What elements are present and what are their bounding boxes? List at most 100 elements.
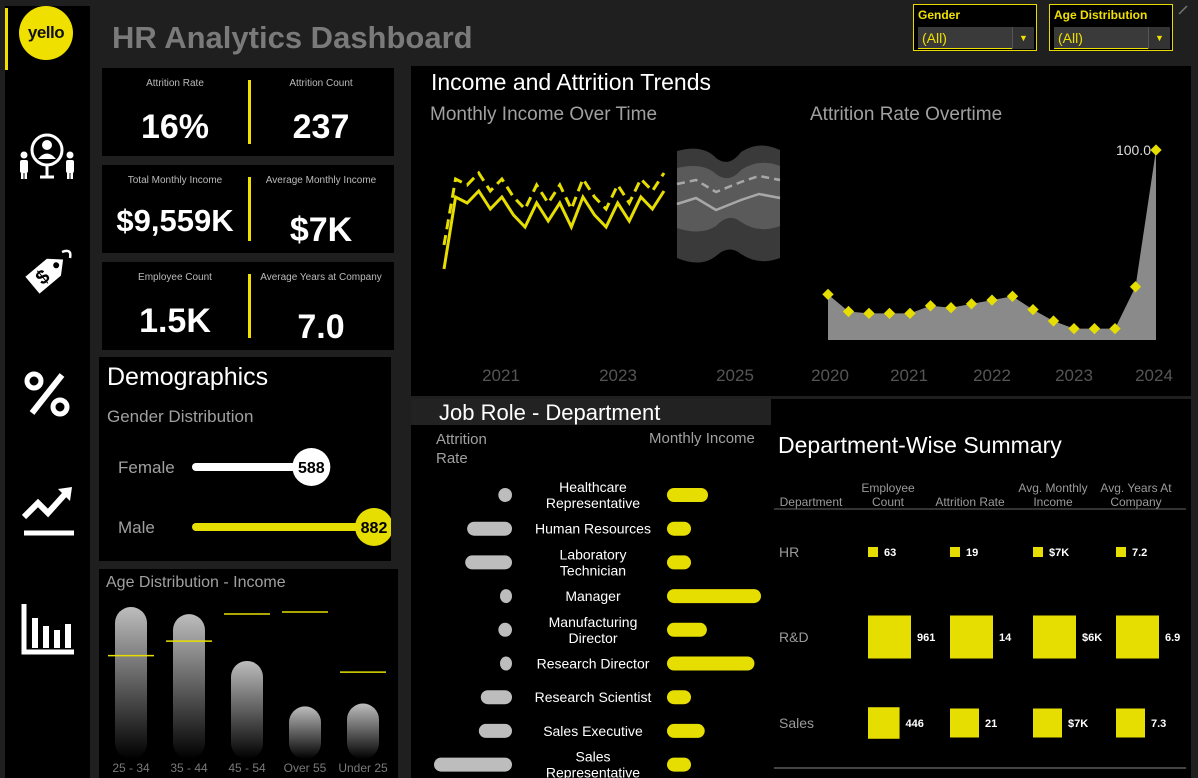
job-role-label-line: Healthcare	[559, 479, 627, 495]
table-value-square	[950, 615, 993, 659]
attrition-bar	[500, 589, 512, 604]
attrition-area	[828, 150, 1156, 340]
kpi-value: $7K	[289, 211, 353, 249]
table-column-header: Avg. Years At Company	[1100, 481, 1172, 509]
attrition-bar	[500, 656, 512, 671]
attrition-peak-label: 100.0	[1116, 142, 1151, 158]
table-value-label: 6.9	[1165, 632, 1180, 644]
table-value-square	[868, 547, 878, 557]
department-table: Department Employee Count Attrition Rate Avg…	[774, 481, 1186, 769]
table-column-header: Department	[780, 495, 843, 509]
table-department-cell: HR	[779, 544, 799, 560]
trend-chart-icon[interactable]	[18, 483, 76, 541]
yello-logo[interactable]: yello	[19, 6, 73, 60]
job-role-label-line: Technician	[560, 562, 626, 578]
gender-chart: Female 588 Male 882	[118, 448, 391, 546]
job-role-label: Human Resources	[535, 521, 651, 537]
table-value-label: 14	[999, 632, 1012, 644]
chevron-down-icon[interactable]: ▼	[1148, 27, 1170, 49]
table-value-square	[1116, 708, 1145, 738]
table-column-header-line: Count	[872, 495, 905, 509]
income-bar	[667, 723, 705, 738]
table-value-label: 63	[884, 547, 896, 559]
chevron-down-icon[interactable]: ▼	[1012, 27, 1034, 49]
table-value-square	[950, 708, 979, 738]
table-value-label: 446	[906, 718, 924, 730]
income-x-tick: 2021	[482, 366, 520, 385]
percent-icon[interactable]	[18, 365, 76, 423]
table-value-square	[1033, 547, 1043, 557]
age-filter-label: Age Distribution	[1054, 8, 1148, 22]
job-role-label: Sales Executive	[543, 723, 643, 739]
age-tick: 35 - 44	[170, 761, 208, 775]
people-icon[interactable]	[18, 128, 76, 186]
age-filter-select[interactable]: (All) ▼	[1054, 27, 1170, 49]
table-value-label: 19	[966, 547, 978, 559]
kpi-value: $9,559K	[116, 203, 234, 238]
table-column-header-line: Employee	[861, 481, 915, 495]
income-bar	[667, 690, 691, 705]
price-tag-icon[interactable]: $	[18, 244, 76, 302]
job-role-label: Laboratory Technician	[560, 546, 627, 578]
job-role-label-line: Laboratory	[560, 546, 627, 562]
table-value-square	[950, 547, 960, 557]
age-filter[interactable]: Age Distribution (All) ▼	[1049, 4, 1173, 51]
income-bar	[667, 622, 707, 637]
job-role-label: Manufacturing Director	[549, 614, 638, 646]
income-bar	[667, 488, 708, 502]
kpi-card-income: Total Monthly Income $9,559K Average Mon…	[102, 165, 394, 253]
job-role-label: Research Director	[537, 656, 650, 672]
income-bar	[667, 521, 691, 536]
income-x-tick: 2023	[599, 366, 637, 385]
job-role-label: Manager	[565, 588, 621, 604]
active-indicator	[5, 8, 8, 70]
kpi-value: 7.0	[297, 308, 345, 346]
table-value-label: 21	[985, 718, 997, 730]
table-value-label: 7.2	[1132, 547, 1147, 559]
attrition-x-tick: 2021	[890, 366, 928, 385]
gender-filter[interactable]: Gender (All) ▼	[913, 4, 1037, 51]
attrition-x-tick: 2024	[1135, 366, 1173, 385]
table-value-label: $6K	[1082, 632, 1102, 644]
bar-chart-icon[interactable]	[18, 600, 76, 658]
table-column-header-line: Avg. Monthly	[1018, 481, 1087, 495]
job-role-label-line: Manufacturing	[549, 614, 638, 630]
attrition-bar	[498, 622, 512, 637]
age-bar	[115, 607, 147, 759]
age-tick: 45 - 54	[228, 761, 266, 775]
job-role-label: Sales Representative	[546, 749, 640, 778]
table-value-square	[1116, 547, 1126, 557]
gender-filter-value: (All)	[922, 30, 947, 46]
job-role-chart: Healthcare Representative Human Resources L…	[434, 479, 761, 778]
table-value-square	[868, 615, 911, 659]
table-value-label: 7.3	[1151, 718, 1166, 730]
trends-chart: 2021 2023 2025 100.0 2020 2021 2022 2023 2024	[442, 142, 1173, 385]
kpi-value: 237	[292, 108, 350, 146]
table-column-header: Employee Count	[861, 481, 915, 509]
table-value-square	[1033, 708, 1062, 738]
table-value-square	[1033, 615, 1076, 659]
income-bar	[667, 589, 761, 604]
income-bar	[667, 757, 691, 772]
kpi-label: Employee Count	[138, 272, 212, 283]
gender-filter-select[interactable]: (All) ▼	[918, 27, 1034, 49]
edit-pencil-icon[interactable]	[1177, 4, 1189, 16]
gender-label: Female	[118, 458, 175, 477]
attrition-bar	[480, 690, 512, 705]
age-distribution-panel: Age Distribution - Income 25 - 34 35 - 44…	[99, 569, 398, 778]
attrition-bar	[434, 757, 512, 772]
age-bar	[289, 706, 321, 759]
table-department-cell: Sales	[779, 715, 814, 731]
age-bar	[173, 614, 205, 759]
job-role-label: Research Scientist	[535, 689, 652, 705]
table-column-header: Attrition Rate	[935, 495, 1005, 509]
attrition-bar	[467, 521, 512, 536]
job-role-label: Healthcare Representative	[546, 479, 640, 511]
job-role-label-line: Representative	[546, 495, 640, 511]
demographics-title: Demographics	[107, 363, 269, 391]
income-bar	[667, 656, 755, 671]
table-column-header: Avg. Monthly Income	[1018, 481, 1087, 509]
table-value-square	[868, 707, 900, 739]
table-value-label: 961	[917, 632, 935, 644]
income-x-tick: 2025	[716, 366, 754, 385]
